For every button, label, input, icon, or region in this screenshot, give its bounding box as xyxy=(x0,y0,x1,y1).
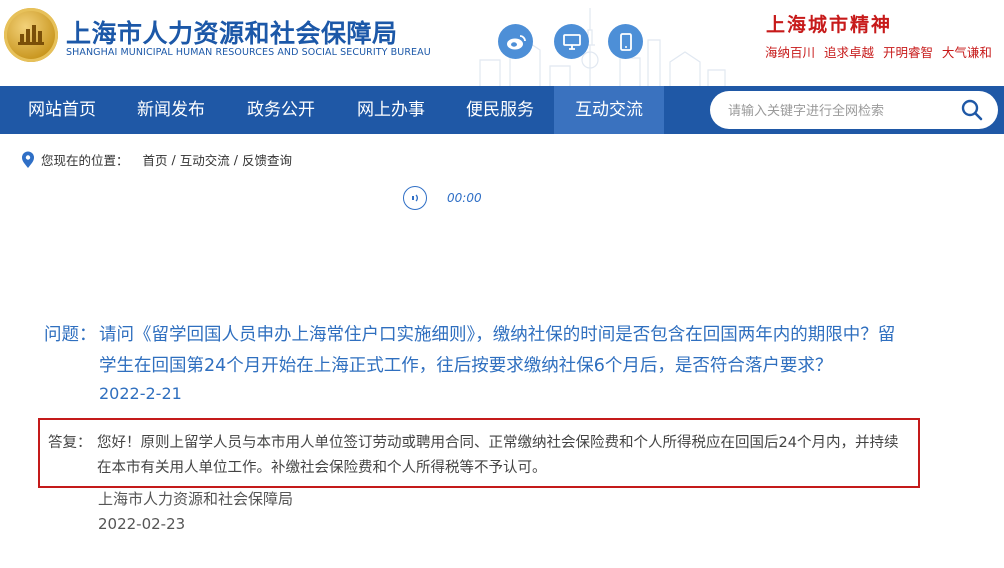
question-label: 问题： xyxy=(44,325,97,345)
breadcrumb-home[interactable]: 首页 xyxy=(143,150,168,169)
nav-home[interactable]: 网站首页 xyxy=(6,86,118,134)
question-date: 2022-2-21 xyxy=(99,384,182,403)
breadcrumb: 您现在的位置： 首页 / 互动交流 / 反馈查询 xyxy=(20,150,292,169)
site-title[interactable]: 上海市人力资源和社会保障局 xyxy=(66,14,398,50)
audio-time: 00:00 xyxy=(447,191,482,205)
nav-online-services[interactable]: 网上办事 xyxy=(336,86,446,134)
site-subtitle: SHANGHAI MUNICIPAL HUMAN RESOURCES AND S… xyxy=(66,47,431,58)
city-spirit-title: 上海城市精神 xyxy=(766,14,893,36)
answer-organization: 上海市人力资源和社会保障局 xyxy=(98,490,294,508)
search-icon[interactable] xyxy=(960,98,984,122)
breadcrumb-feedback[interactable]: 反馈查询 xyxy=(242,150,292,169)
nav-public-services[interactable]: 便民服务 xyxy=(446,86,554,134)
nav-gov-affairs[interactable]: 政务公开 xyxy=(226,86,336,134)
nav-news[interactable]: 新闻发布 xyxy=(116,86,226,134)
location-pin-icon xyxy=(22,151,34,168)
question-text: 请问《留学回国人员申办上海常住户口实施细则》，缴纳社保的时间是否包含在回国两年内… xyxy=(99,325,896,376)
search-box xyxy=(710,91,998,129)
weibo-icon[interactable] xyxy=(498,24,533,59)
audio-player: 00:00 xyxy=(403,186,482,210)
audio-play-icon[interactable] xyxy=(403,186,427,210)
answer-text: 您好！原则上留学人员与本市用人单位签订劳动或聘用合同、正常缴纳社会保险费和个人所… xyxy=(97,435,899,476)
desktop-icon[interactable] xyxy=(554,24,589,59)
answer-date: 2022-02-23 xyxy=(98,515,186,533)
city-spirit-slogan: 海纳百川 追求卓越 开明睿智 大气谦和 xyxy=(765,45,992,60)
nav-interaction[interactable]: 互动交流 xyxy=(554,86,664,134)
answer-label: 答复： xyxy=(48,435,92,451)
breadcrumb-interaction[interactable]: 互动交流 xyxy=(180,150,230,169)
mobile-icon[interactable] xyxy=(608,24,643,59)
site-header: 上海市人力资源和社会保障局 SHANGHAI MUNICIPAL HUMAN R… xyxy=(0,0,1004,86)
search-input[interactable] xyxy=(726,99,960,123)
breadcrumb-label: 您现在的位置： xyxy=(41,153,129,168)
bureau-logo[interactable] xyxy=(4,8,58,62)
